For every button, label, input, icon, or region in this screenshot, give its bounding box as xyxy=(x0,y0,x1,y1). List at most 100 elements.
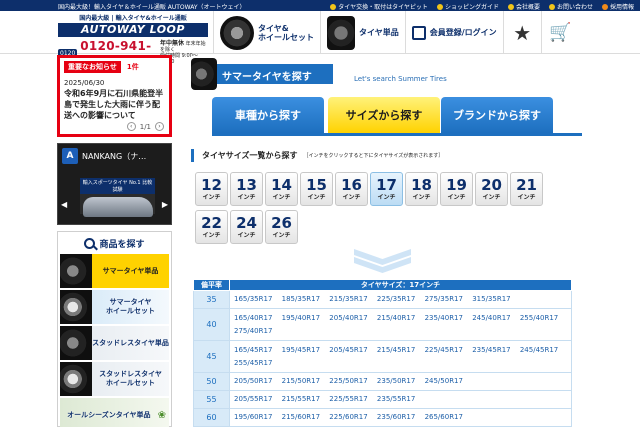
table-row: 60 195/60R17 215/60R17 225/60R17 235/60R1… xyxy=(193,408,572,427)
inch-button-13[interactable]: 13 インチ xyxy=(230,172,263,206)
product-search-title: 商品を探す xyxy=(58,232,171,254)
inch-button-22[interactable]: 22 インチ xyxy=(195,210,228,244)
size-link[interactable]: 265/60R17 xyxy=(425,413,463,421)
inch-button-21[interactable]: 21 インチ xyxy=(510,172,543,206)
inch-unit: インチ xyxy=(237,232,256,239)
nav-tire-only[interactable]: タイヤ単品 xyxy=(320,11,405,54)
category-summer-tire[interactable]: サマータイヤ単品 xyxy=(60,254,169,288)
inch-number: 17 xyxy=(376,176,397,194)
leaf-icon: ❀ xyxy=(157,409,166,421)
tab-by-brand[interactable]: ブランドから探す xyxy=(441,97,553,133)
inch-button-14[interactable]: 14 インチ xyxy=(265,172,298,206)
tab-by-size[interactable]: サイズから探す xyxy=(328,97,440,133)
brand-logo: AUTOWAY LOOP xyxy=(58,23,208,37)
size-link[interactable]: 215/40R17 xyxy=(377,314,415,322)
inch-button-18[interactable]: 18 インチ xyxy=(405,172,438,206)
size-link[interactable]: 235/60R17 xyxy=(377,413,415,421)
size-link[interactable]: 195/45R17 xyxy=(282,346,320,354)
inch-button-20[interactable]: 20 インチ xyxy=(475,172,508,206)
link-company[interactable]: 会社概要 xyxy=(507,2,540,11)
category-studless-set[interactable]: スタッドレスタイヤ ホイールセット xyxy=(60,362,169,396)
size-link[interactable]: 245/50R17 xyxy=(425,377,463,385)
size-link[interactable]: 225/45R17 xyxy=(425,346,463,354)
size-link[interactable]: 245/45R17 xyxy=(520,346,558,354)
table-row: 40 165/40R17 195/40R17 205/40R17 215/40R1… xyxy=(193,308,572,341)
size-link[interactable]: 165/35R17 xyxy=(234,295,272,303)
inch-unit: インチ xyxy=(342,194,361,201)
inch-unit: インチ xyxy=(202,194,221,201)
size-link[interactable]: 255/40R17 xyxy=(520,314,558,322)
size-link[interactable]: 275/35R17 xyxy=(425,295,463,303)
nav-login[interactable]: 会員登録/ログイン xyxy=(404,11,503,54)
size-link[interactable]: 225/50R17 xyxy=(329,377,367,385)
size-link[interactable]: 195/60R17 xyxy=(234,413,272,421)
aspect-ratio-cell: 35 xyxy=(193,290,230,309)
banner-next-icon[interactable]: ▶ xyxy=(162,200,168,209)
link-tire-pit[interactable]: タイヤ交換・取付はタイヤピット xyxy=(330,2,428,11)
inch-button-12[interactable]: 12 インチ xyxy=(195,172,228,206)
category-studless-tire[interactable]: スタッドレスタイヤ単品 xyxy=(60,326,169,360)
category-allseason-tire[interactable]: オールシーズンタイヤ単品 ❀ xyxy=(60,398,169,427)
size-link[interactable]: 235/55R17 xyxy=(377,395,415,403)
size-link[interactable]: 275/40R17 xyxy=(234,327,272,335)
inch-button-17[interactable]: 17 インチ xyxy=(370,172,403,206)
important-notice[interactable]: 重要なお知らせ 1件 2025/06/30 令和6年9月に石川県能登半島で発生し… xyxy=(57,55,172,137)
inch-number: 22 xyxy=(201,214,222,232)
size-link[interactable]: 165/40R17 xyxy=(234,314,272,322)
size-link[interactable]: 255/45R17 xyxy=(234,359,272,367)
utility-links: タイヤ交換・取付はタイヤピット ショッピングガイド 会社概要 お問い合わせ 採用… xyxy=(330,2,634,11)
size-link[interactable]: 235/50R17 xyxy=(377,377,415,385)
nav-tire-wheel-set[interactable]: タイヤ& ホイールセット xyxy=(213,11,320,54)
inch-unit: インチ xyxy=(412,194,431,201)
size-link[interactable]: 205/40R17 xyxy=(329,314,367,322)
aspect-ratio-cell: 45 xyxy=(193,340,230,373)
tire-thumb xyxy=(60,254,92,288)
size-link[interactable]: 205/55R17 xyxy=(234,395,272,403)
inch-button-15[interactable]: 15 インチ xyxy=(300,172,333,206)
cart-button[interactable]: 🛒 xyxy=(540,11,579,54)
inch-button-26[interactable]: 26 インチ xyxy=(265,210,298,244)
link-contact[interactable]: お問い合わせ xyxy=(548,2,593,11)
nankang-logo-icon: A xyxy=(62,148,78,164)
size-link[interactable]: 225/35R17 xyxy=(377,295,415,303)
favorite-button[interactable]: ★ xyxy=(502,11,541,54)
table-row: 35 165/35R17 185/35R17 215/35R17 225/35R1… xyxy=(193,290,572,309)
size-link[interactable]: 215/55R17 xyxy=(282,395,320,403)
product-search-box: 商品を探す サマータイヤ単品 サマータイヤ ホイールセット スタッドレスタイヤ単… xyxy=(57,231,172,427)
size-list-cell: 165/45R17 195/45R17 205/45R17 215/45R17 … xyxy=(229,340,572,373)
aspect-ratio-cell: 50 xyxy=(193,372,230,391)
size-link[interactable]: 205/50R17 xyxy=(234,377,272,385)
inch-button-19[interactable]: 19 インチ xyxy=(440,172,473,206)
chevron-left-icon[interactable]: ‹ xyxy=(126,122,136,131)
banner-prev-icon[interactable]: ◀ xyxy=(61,200,67,209)
site-logo[interactable]: 国内最大級 | 輸入タイヤ&ホイール通販 AUTOWAY LOOP 0120 0… xyxy=(58,13,208,67)
size-link[interactable]: 195/40R17 xyxy=(282,314,320,322)
size-link[interactable]: 185/35R17 xyxy=(282,295,320,303)
size-link[interactable]: 245/40R17 xyxy=(472,314,510,322)
notice-text[interactable]: 令和6年9月に石川県能登半島で発生した大雨に伴う配送への影響について xyxy=(64,88,165,121)
car-image xyxy=(82,197,153,217)
inch-button-24[interactable]: 24 インチ xyxy=(230,210,263,244)
size-link[interactable]: 235/45R17 xyxy=(472,346,510,354)
size-link[interactable]: 215/45R17 xyxy=(377,346,415,354)
chevron-right-icon[interactable]: › xyxy=(155,122,164,131)
tire-pit-icon xyxy=(330,3,337,10)
size-link[interactable]: 205/45R17 xyxy=(329,346,367,354)
size-link[interactable]: 215/35R17 xyxy=(329,295,367,303)
size-link[interactable]: 225/60R17 xyxy=(329,413,367,421)
size-link[interactable]: 165/45R17 xyxy=(234,346,272,354)
size-link[interactable]: 235/40R17 xyxy=(425,314,463,322)
inch-button-16[interactable]: 16 インチ xyxy=(335,172,368,206)
link-shopping-guide[interactable]: ショッピングガイド xyxy=(436,2,499,11)
inch-unit: インチ xyxy=(517,194,536,201)
size-link[interactable]: 215/50R17 xyxy=(282,377,320,385)
category-summer-set[interactable]: サマータイヤ ホイールセット xyxy=(60,290,169,324)
tab-by-car[interactable]: 車種から探す xyxy=(212,97,324,133)
size-link[interactable]: 225/55R17 xyxy=(329,395,367,403)
size-link[interactable]: 215/60R17 xyxy=(282,413,320,421)
notice-pager: ‹ 1/1 › xyxy=(126,122,164,131)
size-link[interactable]: 315/35R17 xyxy=(472,295,510,303)
link-recruit[interactable]: 採用情報 xyxy=(601,2,634,11)
inch-unit: インチ xyxy=(202,232,221,239)
nankang-banner[interactable]: A NANKANG（ナ… 輸入スポーツタイヤ No.1 比較試験 ◀ ▶ xyxy=(57,143,172,225)
